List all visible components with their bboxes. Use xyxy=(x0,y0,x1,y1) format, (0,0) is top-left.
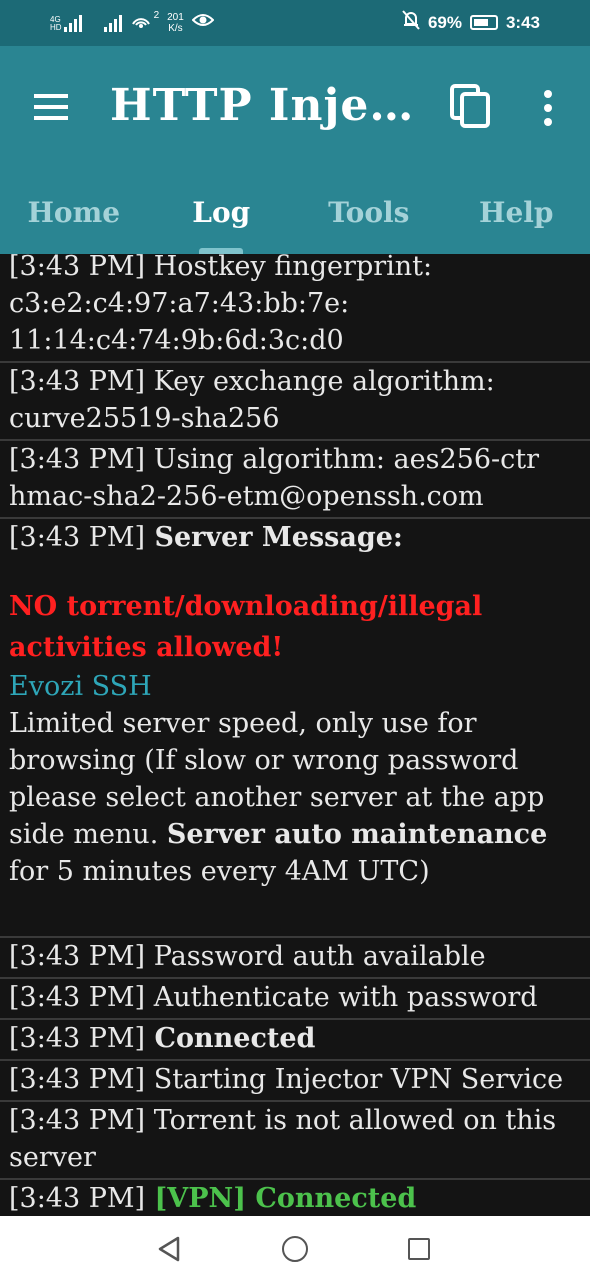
log-timestamp: [3:43 PM] xyxy=(9,1023,146,1054)
log-entry: [3:43 PM] Authenticate with password xyxy=(0,979,590,1020)
server-brand: Evozi SSH xyxy=(9,671,152,702)
network-sublabel: HD xyxy=(50,22,62,32)
log-entry: [3:43 PM] Starting Injector VPN Service xyxy=(0,1061,590,1102)
log-timestamp: [3:43 PM] xyxy=(9,254,146,282)
wifi-hotspot-icon xyxy=(130,10,152,35)
tab-log[interactable]: Log xyxy=(148,186,296,254)
log-text: Password auth available xyxy=(145,941,486,972)
log-entry: [3:43 PM] Torrent is not allowed on this… xyxy=(0,1102,590,1180)
system-nav-bar xyxy=(0,1216,590,1280)
log-entry: [3:43 PM] Password auth available xyxy=(0,938,590,979)
log-text: Starting Injector VPN Service xyxy=(145,1064,564,1095)
clock: 3:43 xyxy=(505,12,540,32)
server-warning: NO torrent/downloading/illegal activitie… xyxy=(9,591,483,663)
log-entry: [3:43 PM] Key exchange algorithm: curve2… xyxy=(0,363,590,441)
log-timestamp: [3:43 PM] xyxy=(9,522,146,553)
log-timestamp: [3:43 PM] xyxy=(9,444,146,475)
log-timestamp: [3:43 PM] xyxy=(9,941,146,972)
server-body-text-end: for 5 minutes every 4AM UTC) xyxy=(9,856,430,887)
log-timestamp: [3:43 PM] xyxy=(9,1183,146,1214)
battery-icon xyxy=(469,15,498,30)
more-vert-icon[interactable] xyxy=(532,86,566,130)
log-timestamp: [3:43 PM] xyxy=(9,1064,146,1095)
speed-value: 201 xyxy=(167,11,184,23)
log-text-bold: Connected xyxy=(145,1023,316,1054)
log-entry-server-message: [3:43 PM] Server Message: NO torrent/dow… xyxy=(0,519,590,938)
server-message-label: Server Message: xyxy=(145,522,403,553)
speed-unit: K/s xyxy=(168,22,183,34)
back-icon[interactable] xyxy=(156,1236,182,1262)
server-body-bold: Server auto maintenance xyxy=(166,819,548,850)
signal-icon: 4G HD xyxy=(50,14,82,32)
log-entry: [3:43 PM] Connected xyxy=(0,1020,590,1061)
log-entry: [3:43 PM] Hostkey fingerprint: c3:e2:c4:… xyxy=(0,254,590,363)
copy-icon[interactable] xyxy=(448,82,494,130)
log-timestamp: [3:43 PM] xyxy=(9,366,146,397)
log-entry: [3:43 PM] [VPN] Connected xyxy=(0,1180,590,1216)
log-list[interactable]: [3:43 PM] Hostkey fingerprint: c3:e2:c4:… xyxy=(0,254,590,1216)
log-text-line: 11:14:c4:74:9b:6d:3c:d0 xyxy=(9,325,344,356)
tab-bar: Home Log Tools Help xyxy=(0,186,590,254)
log-text-line: c3:e2:c4:97:a7:43:bb:7e: xyxy=(9,288,350,319)
status-left: 4G HD 2 201 K/s xyxy=(50,10,215,35)
log-text: Authenticate with password xyxy=(145,982,538,1013)
battery-percent: 69% xyxy=(427,12,462,32)
app-bar: HTTP Injec… Home Log Tools Help xyxy=(0,46,590,254)
tab-tools[interactable]: Tools xyxy=(295,186,443,254)
recents-icon[interactable] xyxy=(408,1238,430,1260)
status-right: 69% 3:43 xyxy=(402,10,540,35)
hotspot-count: 2 xyxy=(153,10,160,21)
log-text-success: [VPN] Connected xyxy=(145,1183,417,1214)
signal-2-icon xyxy=(103,14,122,32)
app-title: HTTP Injec… xyxy=(110,80,420,131)
mute-bell-icon xyxy=(402,10,420,35)
network-speed: 201 K/s xyxy=(167,12,184,34)
home-icon[interactable] xyxy=(282,1236,308,1262)
log-text: Using algorithm: aes256-ctr xyxy=(145,444,539,475)
tab-help[interactable]: Help xyxy=(443,186,590,254)
status-bar: 4G HD 2 201 K/s 69% 3:43 xyxy=(0,0,590,46)
tab-home[interactable]: Home xyxy=(0,186,148,254)
log-entry: [3:43 PM] Using algorithm: aes256-ctr hm… xyxy=(0,441,590,519)
log-timestamp: [3:43 PM] xyxy=(9,982,146,1013)
server-body: Limited server speed, only use for brows… xyxy=(9,705,580,890)
log-text-line: curve25519-sha256 xyxy=(9,403,280,434)
menu-icon[interactable] xyxy=(34,94,70,120)
log-text: Hostkey fingerprint: xyxy=(145,254,433,282)
eye-icon xyxy=(191,12,215,33)
log-text: Key exchange algorithm: xyxy=(145,366,495,397)
log-text-line: hmac-sha2-256-etm@openssh.com xyxy=(9,481,484,512)
log-timestamp: [3:43 PM] xyxy=(9,1105,146,1136)
